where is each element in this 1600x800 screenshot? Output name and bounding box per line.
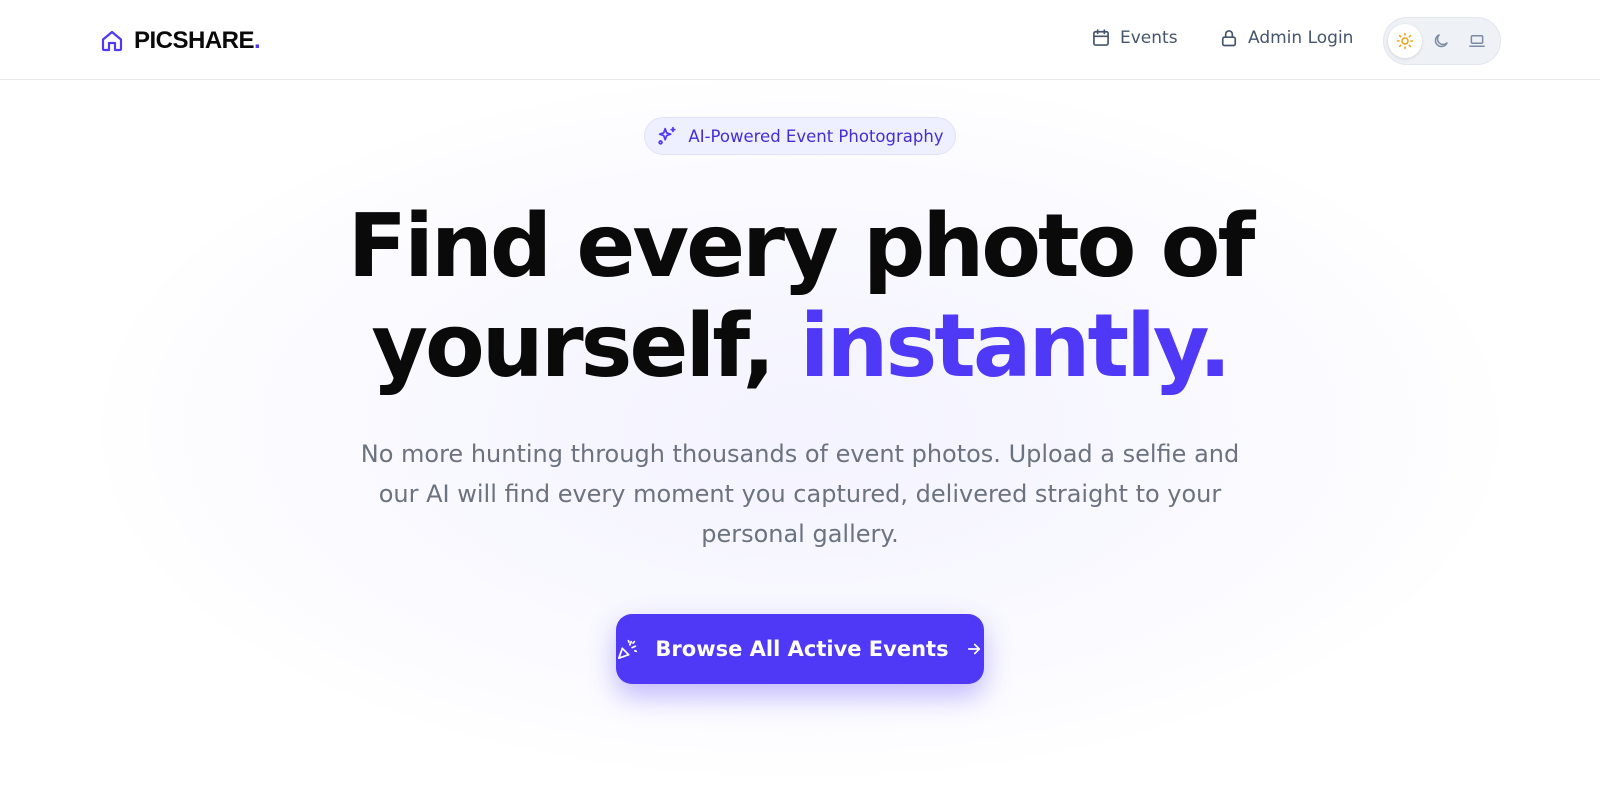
party-popper-icon [617,638,639,660]
brand-logo-link[interactable]: PICSHARE. [100,27,261,55]
landing-page: PICSHARE. Events Admin Login AI-Powered … [0,0,1600,800]
nav-admin-login-link[interactable]: Admin Login [1219,28,1353,48]
nav-events-label: Events [1120,28,1178,48]
brand-dot: . [254,27,261,54]
calendar-icon [1091,28,1111,48]
theme-dark-button[interactable] [1424,24,1458,58]
home-icon [100,29,124,53]
nav-events-link[interactable]: Events [1091,28,1178,48]
browse-events-label: Browse All Active Events [655,637,949,661]
hero-headline-accent: instantly. [799,295,1232,397]
theme-toggle [1383,17,1501,65]
brand-name: PICSHARE [134,27,255,54]
top-header: PICSHARE. Events Admin Login [0,0,1600,80]
theme-system-button[interactable] [1460,24,1494,58]
nav-admin-login-label: Admin Login [1248,28,1354,48]
browse-events-button[interactable]: Browse All Active Events [616,614,984,684]
lock-icon [1219,28,1239,48]
sparkles-icon [656,125,678,147]
hero-badge: AI-Powered Event Photography [644,117,956,155]
arrow-right-icon [965,640,983,658]
hero-badge-text: AI-Powered Event Photography [688,126,944,146]
hero-subtitle: No more hunting through thousands of eve… [360,440,1240,548]
sun-icon [1396,32,1414,50]
laptop-icon [1468,32,1486,50]
moon-icon [1432,32,1450,50]
theme-light-button[interactable] [1388,24,1422,58]
hero-headline: Find every photo of yourself, instantly. [300,196,1300,396]
